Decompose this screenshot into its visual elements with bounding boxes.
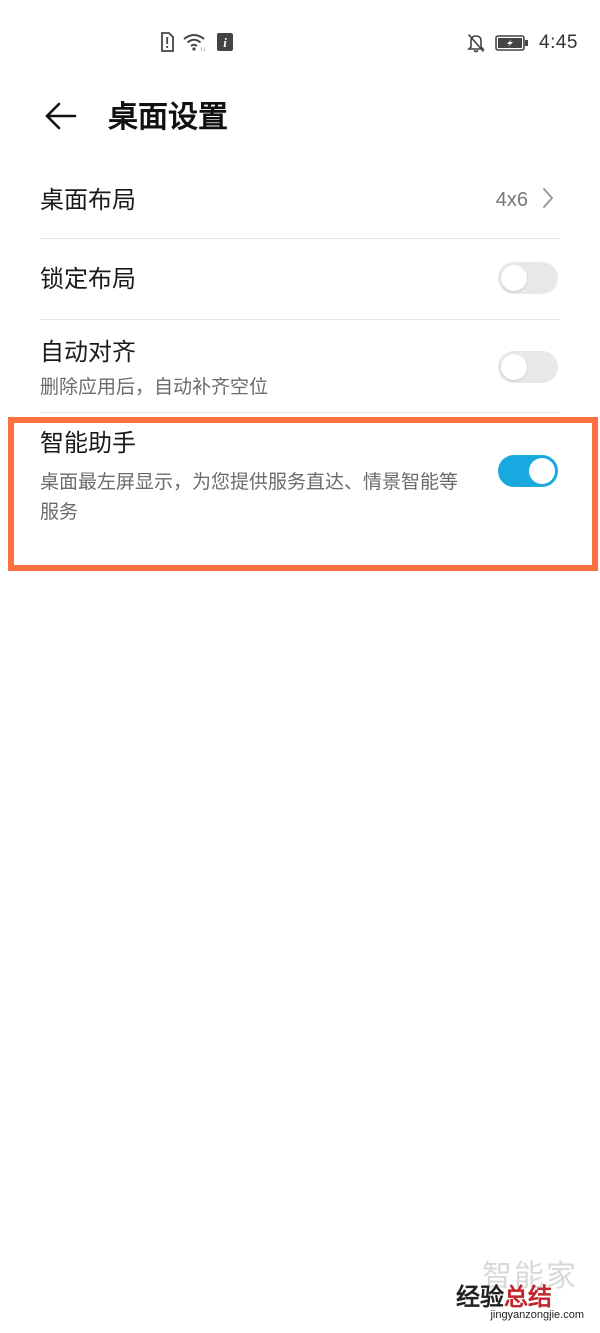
toggle-knob xyxy=(501,265,527,291)
title-bar: 桌面设置 xyxy=(0,88,600,148)
toggle-knob xyxy=(501,354,527,380)
sim-alert-icon xyxy=(160,32,174,52)
status-bar: ↑↓ i 4:45 xyxy=(0,0,600,90)
info-icon: i xyxy=(216,32,234,52)
setting-title: 桌面布局 xyxy=(40,186,136,214)
svg-text:↑↓: ↑↓ xyxy=(200,47,206,52)
auto-align-toggle[interactable] xyxy=(498,351,558,383)
setting-title: 锁定布局 xyxy=(40,265,136,293)
wifi-icon: ↑↓ xyxy=(182,32,208,52)
setting-title: 自动对齐 xyxy=(40,338,136,366)
watermark-logo-text: 经验总结 xyxy=(456,1277,552,1312)
setting-title: 智能助手 xyxy=(40,429,136,457)
setting-row-smart-assistant: 智能助手 桌面最左屏显示，为您提供服务直达、情景智能等服务 xyxy=(40,413,560,531)
smart-assistant-toggle[interactable] xyxy=(498,455,558,487)
status-bar-left: ↑↓ i xyxy=(160,32,234,52)
layout-value: 4x6 xyxy=(495,189,528,211)
battery-icon xyxy=(495,34,529,52)
clock-time: 4:45 xyxy=(539,32,578,53)
chevron-right-icon xyxy=(542,187,554,213)
watermark: 智能家 经验总结 jingyanzongjie.com xyxy=(430,1251,590,1321)
setting-subtitle: 桌面最左屏显示，为您提供服务直达、情景智能等服务 xyxy=(40,471,459,523)
watermark-prefix: 经验 xyxy=(456,1283,504,1311)
lock-layout-toggle[interactable] xyxy=(498,262,558,294)
page-title: 桌面设置 xyxy=(108,100,228,135)
setting-value-wrap: 4x6 xyxy=(496,184,554,216)
toggle-knob xyxy=(529,458,555,484)
setting-subtitle: 删除应用后，自动补齐空位 xyxy=(40,376,269,398)
status-bar-right: 4:45 xyxy=(467,32,578,54)
setting-row-lock-layout: 锁定布局 xyxy=(40,239,560,320)
bell-off-icon xyxy=(467,33,485,53)
watermark-accent: 总结 xyxy=(504,1283,552,1311)
back-button[interactable] xyxy=(38,98,82,138)
arrow-left-icon xyxy=(43,101,77,135)
watermark-url: jingyanzongjie.com xyxy=(490,1309,584,1321)
svg-text:i: i xyxy=(223,35,227,50)
setting-row-desktop-layout[interactable]: 桌面布局 4x6 xyxy=(40,160,560,239)
settings-list: 桌面布局 4x6 锁定布局 自动对齐 删除应用后，自动补齐空位 智能助手 桌面最… xyxy=(40,160,560,531)
setting-row-auto-align: 自动对齐 删除应用后，自动补齐空位 xyxy=(40,320,560,413)
